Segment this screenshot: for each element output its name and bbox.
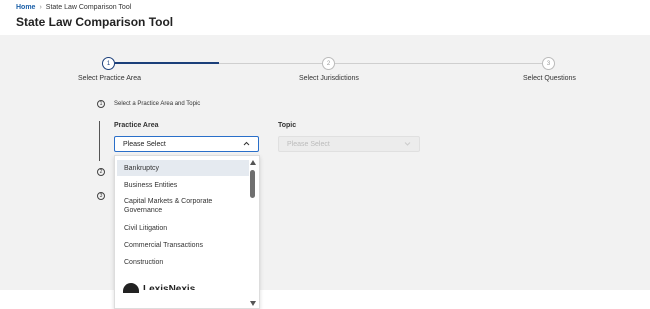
section-1-number: 1 bbox=[97, 100, 105, 108]
chevron-up-icon bbox=[243, 141, 250, 148]
breadcrumb-current: State Law Comparison Tool bbox=[45, 4, 132, 11]
topic-placeholder: Please Select bbox=[287, 140, 330, 148]
dropdown-option-business-entities[interactable]: Business Entities bbox=[117, 177, 249, 193]
section-divider bbox=[99, 121, 100, 161]
stepper-line-2 bbox=[335, 63, 542, 64]
section-2-number: 2 bbox=[97, 168, 105, 176]
avatar bbox=[123, 283, 139, 293]
step-2-label: Select Jurisdictions bbox=[299, 75, 359, 82]
dropdown-option-commercial-transactions[interactable]: Commercial Transactions bbox=[117, 237, 249, 253]
page-header: Home › State Law Comparison Tool State L… bbox=[0, 0, 650, 35]
scroll-up-arrow-icon[interactable] bbox=[250, 160, 256, 165]
practice-area-select[interactable]: Please Select bbox=[114, 136, 259, 152]
page-title: State Law Comparison Tool bbox=[16, 15, 174, 29]
step-2-circle[interactable]: 2 bbox=[322, 57, 335, 70]
practice-area-value: Please Select bbox=[123, 140, 166, 148]
dropdown-option-construction[interactable]: Construction bbox=[117, 254, 249, 270]
breadcrumb: Home › State Law Comparison Tool bbox=[16, 4, 131, 11]
scroll-down-arrow-icon[interactable] bbox=[250, 301, 256, 306]
dropdown-option-civil-litigation[interactable]: Civil Litigation bbox=[117, 220, 249, 236]
chevron-right-icon: › bbox=[39, 4, 42, 11]
section-1-title: Select a Practice Area and Topic bbox=[114, 101, 201, 107]
chevron-down-icon bbox=[404, 141, 411, 148]
stepper-progress-line bbox=[115, 62, 219, 64]
topic-label: Topic bbox=[278, 122, 297, 129]
dropdown-option-capital-markets[interactable]: Capital Markets & Corporate Governance bbox=[117, 194, 249, 218]
dropdown-scrollbar[interactable] bbox=[249, 158, 257, 308]
stepper-line-1 bbox=[219, 63, 322, 64]
scroll-thumb[interactable] bbox=[250, 170, 255, 198]
section-3-number: 3 bbox=[97, 192, 105, 200]
step-1-label: Select Practice Area bbox=[78, 75, 142, 82]
practice-area-label: Practice Area bbox=[114, 122, 159, 129]
brand-name: LexisNexis bbox=[143, 284, 196, 290]
main-content: 1 2 3 Select Practice Area Select Jurisd… bbox=[0, 35, 650, 309]
step-1-circle[interactable]: 1 bbox=[102, 57, 115, 70]
topic-select: Please Select bbox=[278, 136, 420, 152]
step-3-label: Select Questions bbox=[523, 75, 576, 82]
dropdown-option-bankruptcy[interactable]: Bankruptcy bbox=[117, 160, 249, 176]
breadcrumb-home-link[interactable]: Home bbox=[16, 4, 35, 11]
step-3-circle[interactable]: 3 bbox=[542, 57, 555, 70]
